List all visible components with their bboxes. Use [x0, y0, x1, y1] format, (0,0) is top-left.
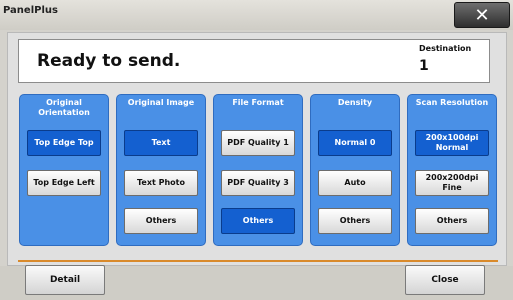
panel-title: Density: [337, 98, 373, 107]
status-message: Ready to send.: [37, 51, 181, 71]
option-others[interactable]: Others: [318, 208, 392, 234]
panel-title: Original Image: [127, 98, 195, 107]
destination-label: Destination: [419, 44, 472, 53]
option-pdf-quality-1[interactable]: PDF Quality 1: [221, 130, 295, 156]
option-others[interactable]: Others: [124, 208, 198, 234]
panel-original-orientation: Original Orientation Top Edge Top Top Ed…: [19, 94, 109, 246]
option-text-photo[interactable]: Text Photo: [124, 170, 198, 196]
panel-title: File Format: [232, 98, 284, 107]
close-button[interactable]: Close: [405, 265, 485, 295]
option-top-edge-top[interactable]: Top Edge Top: [27, 130, 101, 156]
option-200x100dpi-normal[interactable]: 200x100dpi Normal: [415, 130, 489, 156]
detail-button[interactable]: Detail: [25, 265, 105, 295]
option-normal-0[interactable]: Normal 0: [318, 130, 392, 156]
destination-count: 1: [419, 58, 429, 74]
panel-title: Scan Resolution: [415, 98, 489, 107]
title-bar: PanelPlus ✕: [0, 0, 513, 30]
panel-file-format: File Format PDF Quality 1 PDF Quality 3 …: [213, 94, 303, 246]
panel-title: Original Orientation: [38, 98, 90, 117]
option-auto[interactable]: Auto: [318, 170, 392, 196]
divider: [18, 260, 498, 262]
close-icon: ✕: [474, 4, 490, 26]
app-title: PanelPlus: [3, 5, 58, 16]
panel-scan-resolution: Scan Resolution 200x100dpi Normal 200x20…: [407, 94, 497, 246]
option-top-edge-left[interactable]: Top Edge Left: [27, 170, 101, 196]
panel-original-image: Original Image Text Text Photo Others: [116, 94, 206, 246]
panel-density: Density Normal 0 Auto Others: [310, 94, 400, 246]
main-panel: Ready to send. Destination 1 Original Or…: [7, 32, 507, 266]
close-window-button[interactable]: ✕: [454, 2, 510, 28]
option-pdf-quality-3[interactable]: PDF Quality 3: [221, 170, 295, 196]
option-others[interactable]: Others: [221, 208, 295, 234]
option-text[interactable]: Text: [124, 130, 198, 156]
option-others[interactable]: Others: [415, 208, 489, 234]
option-200x200dpi-fine[interactable]: 200x200dpi Fine: [415, 170, 489, 196]
status-box: Ready to send. Destination 1: [18, 39, 490, 83]
